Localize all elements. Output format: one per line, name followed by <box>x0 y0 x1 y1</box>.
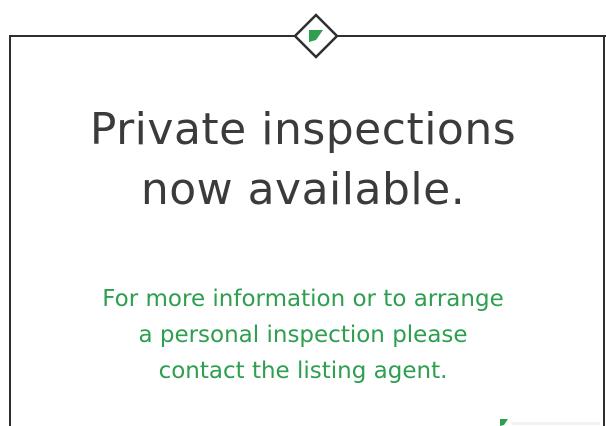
diamond-flag-icon <box>293 13 339 59</box>
message-line-2: a personal inspection please <box>138 322 468 348</box>
frame-top-right-line <box>337 35 606 37</box>
headline-line-1: Private inspections <box>89 104 517 155</box>
frame-top-left-line <box>9 35 295 37</box>
headline-line-2: now available. <box>140 164 466 215</box>
message-line-3: contact the listing agent. <box>158 358 448 384</box>
message-line-1: For more information or to arrange <box>102 286 504 312</box>
flag-fragment-icon <box>500 419 600 426</box>
contact-message: For more information or to arrange a per… <box>0 281 606 389</box>
headline: Private inspections now available. <box>0 100 606 220</box>
